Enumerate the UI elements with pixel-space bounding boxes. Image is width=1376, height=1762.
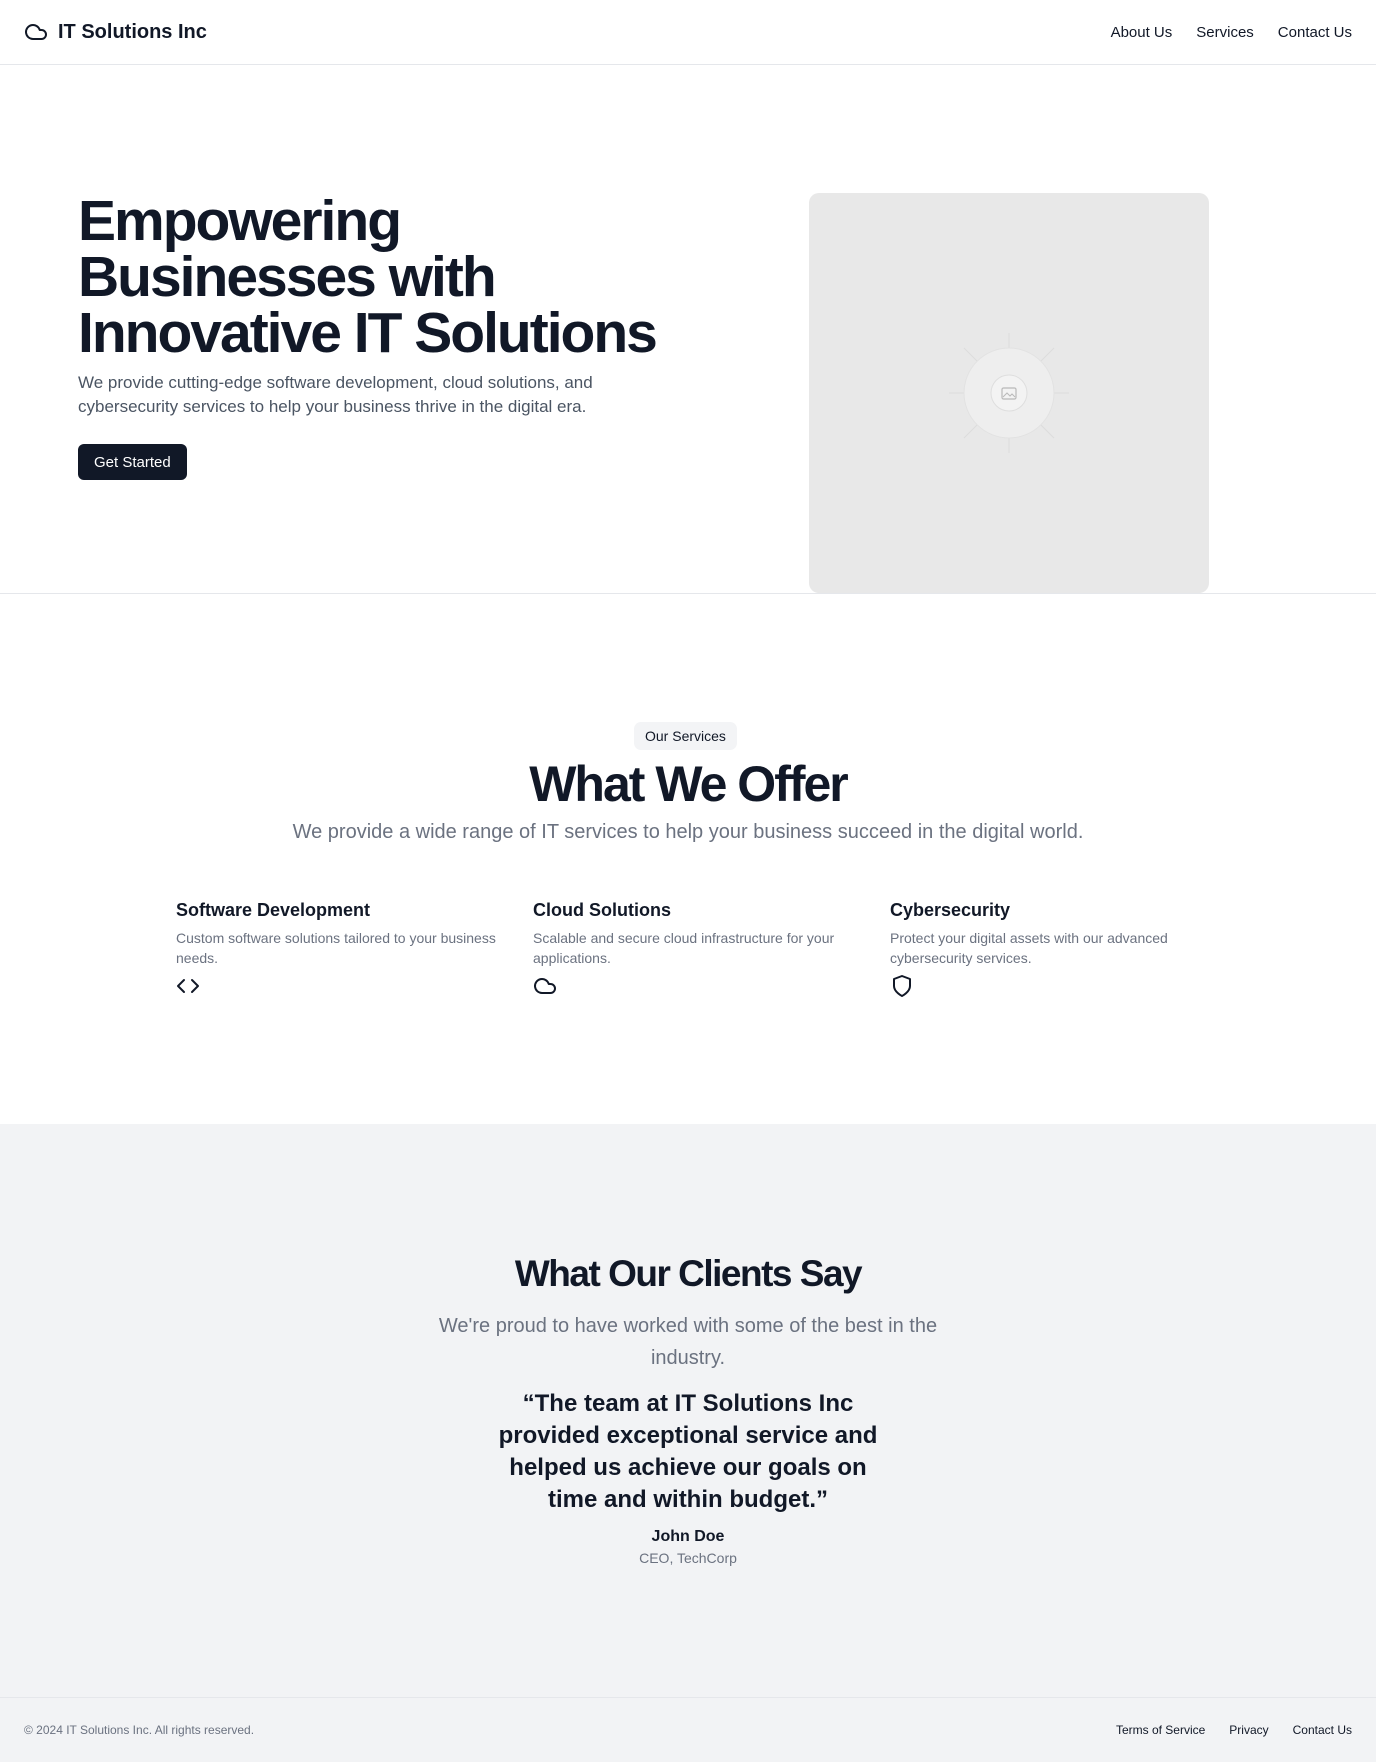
services-title: What We Offer [529,756,849,812]
shield-icon [893,975,911,997]
service-card-cybersecurity: Cybersecurity Protect your digital asset… [890,898,1210,1003]
testimonial-author: John Doe [651,1528,725,1545]
services-pill: Our Services [634,722,737,750]
service-description: Protect your digital assets with our adv… [890,930,1168,966]
testimonials-title: What Our Clients Say [514,1253,863,1294]
image-placeholder-icon [949,333,1069,453]
brand[interactable]: IT Solutions Inc [24,20,207,44]
code-icon [177,979,199,993]
footer-link-contact[interactable]: Contact Us [1293,1723,1352,1737]
service-description: Custom software solutions tailored to yo… [176,930,496,966]
nav-about-us[interactable]: About Us [1111,24,1173,41]
service-description: Scalable and secure cloud infrastructure… [533,930,835,966]
testimonial-role: CEO, TechCorp [639,1550,737,1566]
testimonial-quote: “The team at IT Solutions Inc provided e… [498,1390,878,1513]
hero-title: Empowering Businesses with Innovative IT… [78,189,658,365]
get-started-button[interactable]: Get Started [78,444,187,480]
cloud-icon [25,24,47,40]
services-section: Our Services What We Offer We provide a … [0,594,1376,1124]
hero-subtitle: We provide cutting-edge software develop… [78,373,593,416]
nav-services[interactable]: Services [1196,24,1254,41]
main-nav: About Us Services Contact Us [1111,24,1352,41]
hero-section: Empowering Businesses with Innovative IT… [0,65,1376,594]
footer-link-privacy[interactable]: Privacy [1229,1723,1268,1737]
footer-link-terms[interactable]: Terms of Service [1116,1723,1205,1737]
site-footer: © 2024 IT Solutions Inc. All rights rese… [0,1697,1376,1762]
copyright-text: © 2024 IT Solutions Inc. All rights rese… [24,1723,255,1737]
testimonials-section: What Our Clients Say We're proud to have… [0,1124,1376,1698]
hero-image-placeholder [809,193,1209,593]
site-header: IT Solutions Inc About Us Services Conta… [0,0,1376,65]
service-card-cloud: Cloud Solutions Scalable and secure clou… [533,898,853,1003]
footer-nav: Terms of Service Privacy Contact Us [1116,1723,1352,1737]
cloud-icon [534,978,556,994]
service-title: Cybersecurity [890,900,1011,920]
nav-contact-us[interactable]: Contact Us [1278,24,1352,41]
brand-name: IT Solutions Inc [58,20,207,43]
service-title: Software Development [176,900,371,920]
service-title: Cloud Solutions [533,900,671,920]
service-card-software: Software Development Custom software sol… [176,898,496,1003]
testimonials-subtitle: We're proud to have worked with some of … [438,1315,938,1369]
services-subtitle: We provide a wide range of IT services t… [292,821,1084,843]
